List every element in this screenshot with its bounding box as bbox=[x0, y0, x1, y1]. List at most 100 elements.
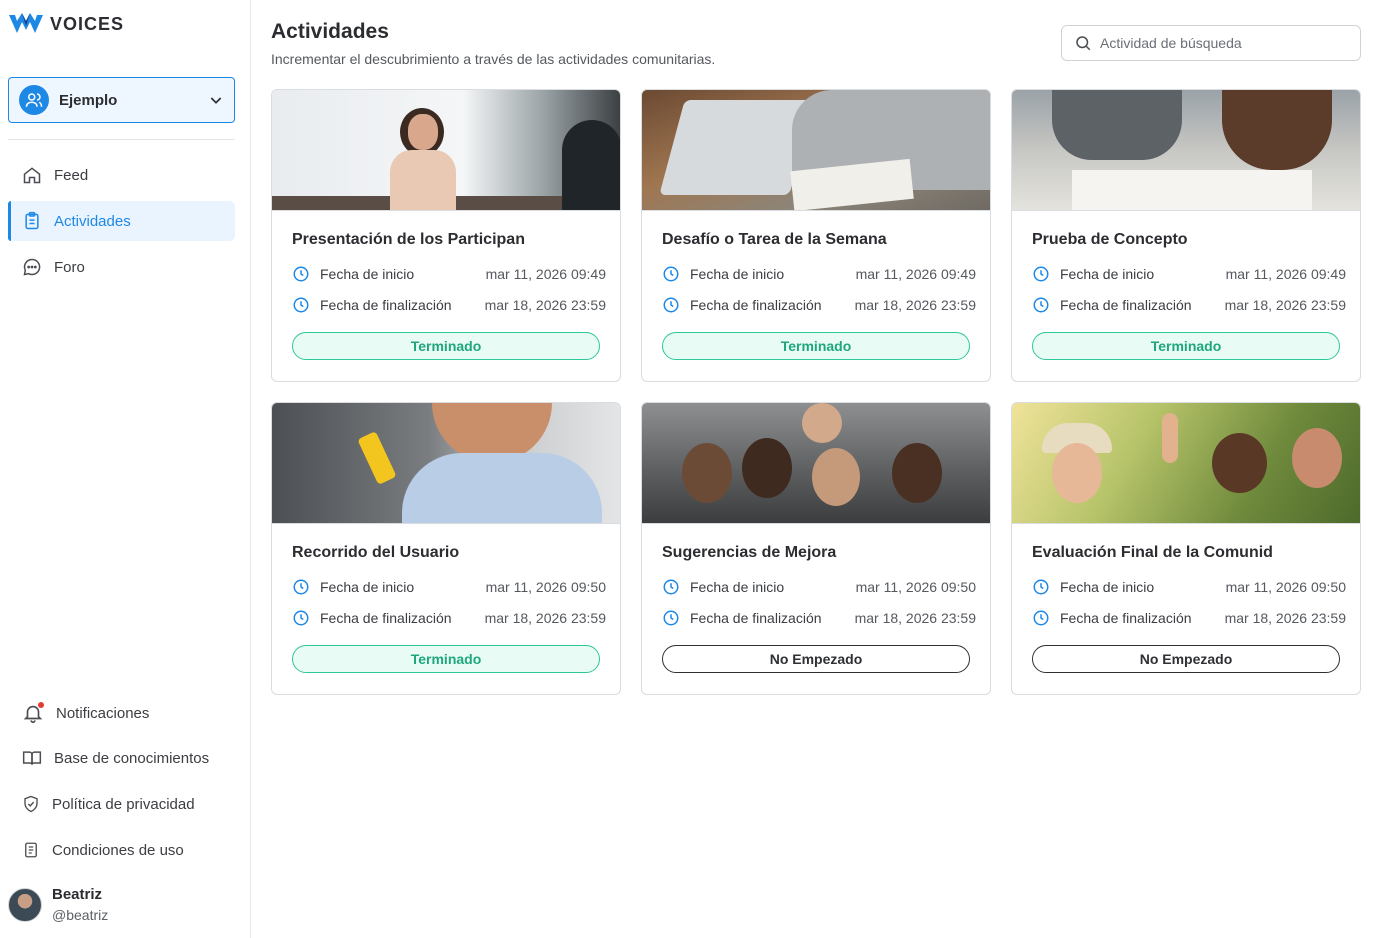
end-date-value: mar 18, 2026 23:59 bbox=[484, 297, 606, 313]
clock-icon bbox=[662, 609, 680, 627]
page-title: Actividades bbox=[271, 20, 389, 43]
start-date-row: Fecha de inicio mar 11, 2026 09:50 bbox=[292, 578, 606, 596]
shield-check-icon bbox=[24, 795, 38, 813]
start-date-label: Fecha de inicio bbox=[690, 579, 785, 595]
activity-card[interactable]: Sugerencias de Mejora Fecha de inicio mar … bbox=[641, 402, 991, 695]
start-date-row: Fecha de inicio mar 11, 2026 09:50 bbox=[1032, 578, 1346, 596]
start-date-row: Fecha de inicio mar 11, 2026 09:49 bbox=[1032, 265, 1346, 283]
clock-icon bbox=[662, 296, 680, 314]
app-name: VOICES bbox=[50, 13, 125, 34]
sidebar-item-condiciones[interactable]: Condiciones de uso bbox=[22, 840, 184, 860]
sidebar-item-label: Notificaciones bbox=[56, 704, 150, 722]
end-date-row: Fecha de finalización mar 18, 2026 23:59 bbox=[662, 609, 976, 627]
status-button[interactable]: No Empezado bbox=[662, 645, 970, 673]
sidebar-item-label: Condiciones de uso bbox=[52, 841, 184, 859]
community-label: Ejemplo bbox=[59, 91, 118, 109]
app-logo[interactable]: VOICES bbox=[8, 12, 124, 36]
end-date-row: Fecha de finalización mar 18, 2026 23:59 bbox=[1032, 296, 1346, 314]
sidebar-item-label: Feed bbox=[54, 166, 89, 184]
status-button[interactable]: Terminado bbox=[292, 645, 600, 673]
clock-icon bbox=[292, 578, 310, 596]
activity-title: Desafío o Tarea de la Semana bbox=[662, 231, 887, 248]
search-input[interactable] bbox=[1100, 35, 1340, 51]
end-date-label: Fecha de finalización bbox=[1060, 610, 1192, 626]
sidebar-item-foro[interactable]: Foro bbox=[8, 247, 235, 287]
end-date-value: mar 18, 2026 23:59 bbox=[484, 610, 606, 626]
sidebar-item-label: Foro bbox=[54, 258, 85, 276]
status-button[interactable]: Terminado bbox=[1032, 332, 1340, 360]
start-date-label: Fecha de inicio bbox=[690, 266, 785, 282]
chevron-down-icon bbox=[210, 97, 222, 104]
sidebar-item-actividades[interactable]: Actividades bbox=[8, 201, 235, 241]
activity-title: Recorrido del Usuario bbox=[292, 544, 460, 561]
clock-icon bbox=[1032, 265, 1050, 283]
start-date-value: mar 11, 2026 09:49 bbox=[485, 266, 606, 282]
sidebar-item-label: Base de conocimientos bbox=[54, 749, 210, 767]
start-date-value: mar 11, 2026 09:49 bbox=[855, 266, 976, 282]
start-date-label: Fecha de inicio bbox=[320, 266, 415, 282]
home-icon bbox=[23, 167, 41, 184]
book-icon bbox=[22, 751, 42, 765]
avatar bbox=[8, 887, 42, 922]
activity-card[interactable]: Evaluación Final de la Comunid Fecha de i… bbox=[1011, 402, 1361, 695]
sidebar-item-feed[interactable]: Feed bbox=[8, 155, 235, 195]
page-subtitle: Incrementar el descubrimiento a través d… bbox=[271, 51, 716, 67]
notification-dot bbox=[38, 702, 44, 708]
start-date-label: Fecha de inicio bbox=[1060, 579, 1155, 595]
end-date-label: Fecha de finalización bbox=[320, 610, 452, 626]
end-date-label: Fecha de finalización bbox=[320, 297, 452, 313]
activity-title: Prueba de Concepto bbox=[1032, 231, 1188, 248]
start-date-row: Fecha de inicio mar 11, 2026 09:49 bbox=[662, 265, 976, 283]
end-date-row: Fecha de finalización mar 18, 2026 23:59 bbox=[292, 609, 606, 627]
activity-image bbox=[272, 90, 620, 211]
activity-image bbox=[642, 403, 990, 524]
clock-icon bbox=[1032, 578, 1050, 596]
sidebar-item-privacidad[interactable]: Política de privacidad bbox=[22, 794, 195, 814]
status-button[interactable]: No Empezado bbox=[1032, 645, 1340, 673]
activity-card[interactable]: Desafío o Tarea de la Semana Fecha de ini… bbox=[641, 89, 991, 382]
sidebar-item-notificaciones[interactable]: Notificaciones bbox=[22, 702, 149, 724]
search-icon bbox=[1076, 36, 1091, 51]
bell-icon bbox=[22, 702, 44, 724]
status-button[interactable]: Terminado bbox=[662, 332, 970, 360]
status-button[interactable]: Terminado bbox=[292, 332, 600, 360]
start-date-value: mar 11, 2026 09:50 bbox=[485, 579, 606, 595]
start-date-row: Fecha de inicio mar 11, 2026 09:49 bbox=[292, 265, 606, 283]
start-date-label: Fecha de inicio bbox=[320, 579, 415, 595]
end-date-value: mar 18, 2026 23:59 bbox=[854, 297, 976, 313]
end-date-row: Fecha de finalización mar 18, 2026 23:59 bbox=[1032, 609, 1346, 627]
clock-icon bbox=[1032, 609, 1050, 627]
end-date-row: Fecha de finalización mar 18, 2026 23:59 bbox=[662, 296, 976, 314]
clock-icon bbox=[1032, 296, 1050, 314]
user-handle: @beatriz bbox=[52, 907, 109, 923]
search-box[interactable] bbox=[1061, 25, 1361, 61]
activity-card[interactable]: Recorrido del Usuario Fecha de inicio mar … bbox=[271, 402, 621, 695]
clock-icon bbox=[662, 265, 680, 283]
end-date-label: Fecha de finalización bbox=[690, 610, 822, 626]
end-date-value: mar 18, 2026 23:59 bbox=[854, 610, 976, 626]
sidebar-divider bbox=[8, 139, 235, 140]
activity-image bbox=[1012, 90, 1360, 211]
activity-image bbox=[272, 403, 620, 524]
activity-image bbox=[1012, 403, 1360, 524]
activity-title: Presentación de los Participan bbox=[292, 231, 525, 248]
start-date-label: Fecha de inicio bbox=[1060, 266, 1155, 282]
user-name: Beatriz bbox=[52, 886, 103, 903]
sidebar-item-label: Política de privacidad bbox=[52, 795, 195, 813]
activity-title: Evaluación Final de la Comunid bbox=[1032, 544, 1273, 561]
clock-icon bbox=[292, 296, 310, 314]
sidebar-item-label: Actividades bbox=[54, 212, 131, 230]
activity-card[interactable]: Prueba de Concepto Fecha de inicio mar 11,… bbox=[1011, 89, 1361, 382]
sidebar-item-base-conocimientos[interactable]: Base de conocimientos bbox=[22, 748, 209, 768]
sidebar: VOICES Ejemplo Feed Actividades Foro Not… bbox=[0, 0, 251, 938]
clipboard-icon bbox=[25, 211, 39, 230]
community-selector[interactable]: Ejemplo bbox=[8, 77, 235, 123]
start-date-row: Fecha de inicio mar 11, 2026 09:50 bbox=[662, 578, 976, 596]
start-date-value: mar 11, 2026 09:50 bbox=[855, 579, 976, 595]
end-date-row: Fecha de finalización mar 18, 2026 23:59 bbox=[292, 296, 606, 314]
clock-icon bbox=[662, 578, 680, 596]
activity-card[interactable]: Presentación de los Participan Fecha de i… bbox=[271, 89, 621, 382]
voices-logo-icon bbox=[9, 13, 43, 33]
clock-icon bbox=[292, 609, 310, 627]
user-profile[interactable]: Beatriz @beatriz bbox=[8, 886, 108, 923]
